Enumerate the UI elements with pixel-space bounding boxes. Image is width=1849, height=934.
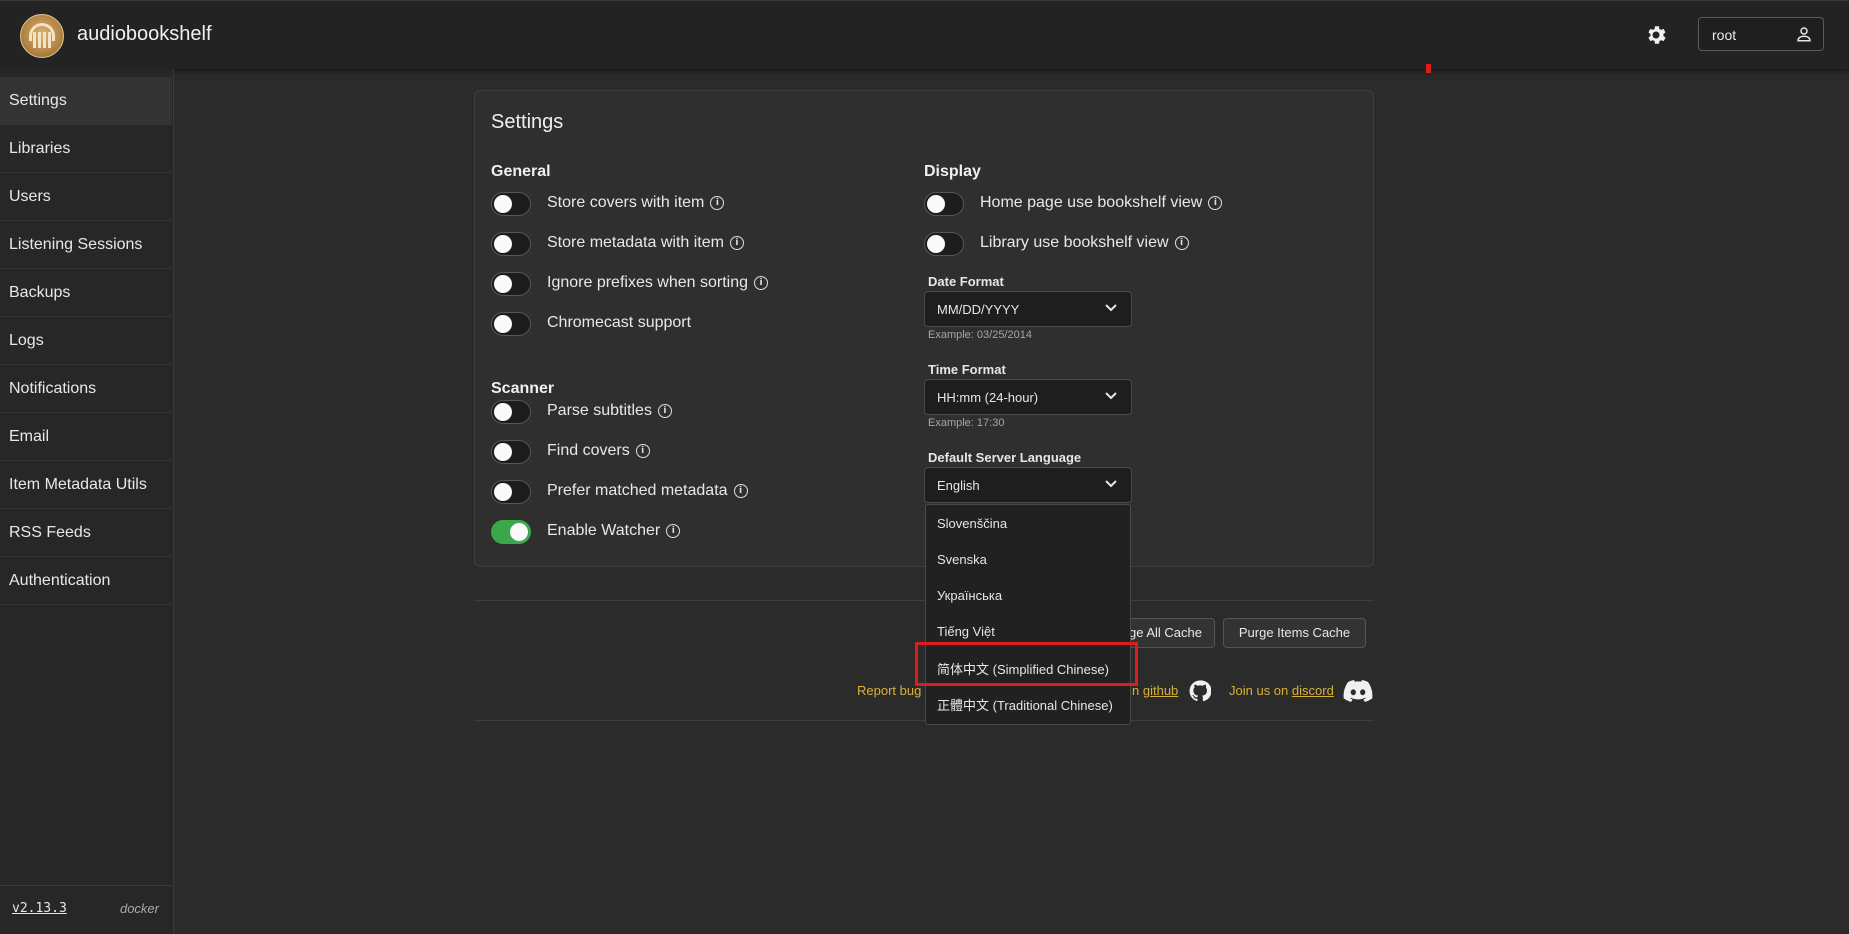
chevron-down-icon	[1105, 304, 1117, 312]
date-format-label: Date Format	[928, 274, 1004, 289]
date-format-value: MM/DD/YYYY	[937, 302, 1020, 317]
github-icon[interactable]	[1189, 680, 1211, 702]
display-heading: Display	[924, 163, 981, 180]
scanner-heading: Scanner	[491, 380, 555, 397]
setting-enable-watcher[interactable]: Enable Watcher i	[491, 520, 821, 544]
find-covers-label: Find covers	[547, 442, 630, 459]
setting-find-covers[interactable]: Find covers i	[491, 440, 821, 464]
setting-store-covers[interactable]: Store covers with item i	[491, 192, 821, 216]
github-link-row: n github	[1132, 683, 1178, 698]
info-icon[interactable]: i	[733, 484, 748, 498]
sidebar-item-settings[interactable]: Settings	[0, 77, 172, 125]
date-format-example: Example: 03/25/2014	[928, 329, 1032, 341]
section-divider	[474, 600, 1374, 601]
sidebar-item-notifications[interactable]: Notifications	[0, 365, 172, 413]
ignore-prefixes-toggle[interactable]	[491, 272, 531, 296]
home-bookshelf-view-label: Home page use bookshelf view	[980, 194, 1203, 211]
info-icon[interactable]: i	[710, 196, 725, 210]
footer-divider	[474, 720, 1374, 721]
install-type: docker	[119, 901, 159, 916]
github-link[interactable]: github	[1143, 683, 1178, 698]
audiobookshelf-logo-icon[interactable]	[20, 14, 64, 58]
info-icon[interactable]: i	[666, 524, 681, 538]
chromecast-toggle[interactable]	[491, 312, 531, 336]
time-format-value: HH:mm (24-hour)	[937, 390, 1039, 405]
user-icon	[1797, 27, 1811, 42]
setting-store-metadata[interactable]: Store metadata with item i	[491, 232, 821, 256]
find-covers-toggle[interactable]	[491, 440, 531, 464]
language-option-slovenscina[interactable]: Slovenščina	[937, 516, 1007, 531]
sidebar-item-rss-feeds[interactable]: RSS Feeds	[0, 509, 172, 557]
purge-items-cache-button[interactable]: Purge Items Cache	[1223, 618, 1366, 648]
user-menu-button[interactable]: root	[1698, 17, 1824, 51]
ignore-prefixes-label: Ignore prefixes when sorting	[547, 274, 748, 291]
parse-subtitles-label: Parse subtitles	[547, 402, 652, 419]
prefer-matched-metadata-toggle[interactable]	[491, 480, 531, 504]
chromecast-label: Chromecast support	[547, 314, 692, 331]
info-icon[interactable]: i	[657, 404, 672, 418]
store-metadata-label: Store metadata with item	[547, 234, 724, 251]
info-icon[interactable]: i	[1208, 196, 1223, 210]
sidebar-item-item-metadata-utils[interactable]: Item Metadata Utils	[0, 461, 172, 509]
info-icon[interactable]: i	[635, 444, 650, 458]
app-title[interactable]: audiobookshelf	[77, 23, 212, 46]
sidebar-item-authentication[interactable]: Authentication	[0, 557, 172, 605]
setting-prefer-matched-metadata[interactable]: Prefer matched metadata i	[491, 480, 821, 504]
library-bookshelf-view-toggle[interactable]	[924, 232, 964, 256]
time-format-select[interactable]: HH:mm (24-hour)	[924, 379, 1132, 415]
date-format-select[interactable]: MM/DD/YYYY	[924, 291, 1132, 327]
language-label: Default Server Language	[928, 450, 1082, 465]
language-option-ukrainian[interactable]: Українська	[937, 588, 1002, 603]
discord-link-row: Join us on discord	[1229, 683, 1334, 698]
library-bookshelf-view-label: Library use bookshelf view	[980, 234, 1169, 251]
setting-home-bookshelf-view[interactable]: Home page use bookshelf view i	[924, 192, 1254, 216]
gear-icon[interactable]	[1644, 23, 1668, 47]
sidebar-item-logs[interactable]: Logs	[0, 317, 172, 365]
report-bugs-text: Report bug	[857, 683, 922, 698]
general-heading: General	[491, 163, 551, 180]
enable-watcher-toggle[interactable]	[491, 520, 531, 544]
chevron-down-icon	[1105, 392, 1117, 400]
sidebar-item-email[interactable]: Email	[0, 413, 172, 461]
info-icon[interactable]: i	[1174, 236, 1189, 250]
prefer-matched-metadata-label: Prefer matched metadata	[547, 482, 728, 499]
chevron-down-icon	[1105, 480, 1117, 488]
time-format-example: Example: 17:30	[928, 417, 1005, 429]
sidebar: Settings Libraries Users Listening Sessi…	[0, 69, 174, 934]
highlight-box	[915, 642, 1138, 686]
language-select[interactable]: English	[924, 467, 1132, 503]
info-icon[interactable]: i	[754, 276, 768, 290]
discord-prefix: Join us on	[1229, 683, 1289, 698]
enable-watcher-label: Enable Watcher	[547, 522, 661, 539]
setting-ignore-prefixes[interactable]: Ignore prefixes when sorting i	[491, 272, 821, 296]
store-covers-toggle[interactable]	[491, 192, 531, 216]
page-title: Settings	[491, 111, 564, 133]
time-format-label: Time Format	[928, 362, 1006, 377]
store-metadata-toggle[interactable]	[491, 232, 531, 256]
store-covers-label: Store covers with item	[547, 194, 705, 211]
version-link[interactable]: v2.13.3	[12, 901, 67, 916]
language-option-svenska[interactable]: Svenska	[937, 552, 987, 567]
language-value: English	[937, 478, 980, 493]
top-bar: audiobookshelf root	[0, 0, 1849, 69]
sidebar-footer-divider	[0, 885, 172, 886]
settings-panel: Settings General Store covers with item i…	[474, 90, 1374, 567]
parse-subtitles-toggle[interactable]	[491, 400, 531, 424]
setting-parse-subtitles[interactable]: Parse subtitles i	[491, 400, 821, 424]
sidebar-item-libraries[interactable]: Libraries	[0, 125, 172, 173]
home-bookshelf-view-toggle[interactable]	[924, 192, 964, 216]
info-icon[interactable]: i	[729, 236, 744, 250]
language-dropdown-list[interactable]: Slovenščina Svenska Українська Tiếng Việ…	[925, 504, 1131, 725]
discord-link[interactable]: discord	[1292, 683, 1334, 698]
sidebar-item-users[interactable]: Users	[0, 173, 172, 221]
discord-icon[interactable]	[1343, 680, 1373, 702]
sidebar-item-backups[interactable]: Backups	[0, 269, 172, 317]
username: root	[1712, 27, 1737, 43]
red-marker	[1426, 64, 1431, 73]
language-option-vietnamese[interactable]: Tiếng Việt	[937, 624, 995, 639]
sidebar-item-listening-sessions[interactable]: Listening Sessions	[0, 221, 172, 269]
language-option-traditional-chinese[interactable]: 正體中文 (Traditional Chinese)	[937, 695, 1113, 714]
setting-library-bookshelf-view[interactable]: Library use bookshelf view i	[924, 232, 1254, 256]
setting-chromecast[interactable]: Chromecast support	[491, 312, 821, 336]
